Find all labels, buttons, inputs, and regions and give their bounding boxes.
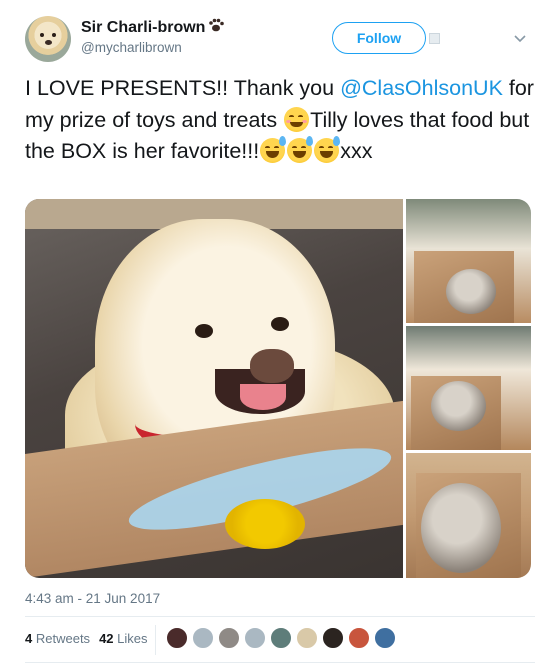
avatar-eye (40, 33, 44, 37)
photo-cat-in-box-3[interactable] (406, 453, 531, 578)
stats-separator (155, 625, 156, 655)
retweets-label: Retweets (35, 631, 91, 646)
photo-cat-in-box-2[interactable] (406, 326, 531, 450)
divider (25, 616, 535, 617)
engagement-stats: 4 Retweets 42 Likes (25, 631, 157, 646)
avatar-eye (52, 33, 56, 37)
avatar-nose (45, 40, 52, 45)
likes-count: 42 (99, 631, 114, 646)
retweets-stat[interactable]: 4 Retweets (25, 631, 90, 646)
grinning-sweat-emoji-icon (260, 136, 287, 163)
liker-avatar[interactable] (244, 627, 266, 649)
likes-label: Likes (117, 631, 148, 646)
tweet-text-part: I LOVE PRESENTS!! Thank you (25, 76, 341, 100)
photo-dog-with-box[interactable] (25, 199, 403, 578)
tweet-text-part: xxx (340, 139, 373, 163)
photo-cat-in-box-1[interactable] (406, 199, 531, 323)
tweet-text: I LOVE PRESENTS!! Thank you @ClasOhlsonU… (25, 73, 535, 168)
liker-avatar[interactable] (192, 627, 214, 649)
media-grid (25, 199, 531, 578)
paw-prints-icon (209, 18, 224, 32)
likes-stat[interactable]: 42 Likes (99, 631, 147, 646)
liker-avatar[interactable] (218, 627, 240, 649)
retweets-count: 4 (25, 631, 33, 646)
liker-avatar[interactable] (322, 627, 344, 649)
liker-avatar[interactable] (296, 627, 318, 649)
chevron-down-icon[interactable] (512, 30, 528, 46)
grinning-sweat-emoji-icon (314, 136, 341, 163)
grinning-sweat-emoji-icon (287, 136, 314, 163)
divider (25, 662, 535, 663)
extension-icon (429, 33, 440, 44)
username[interactable]: @mycharlibrown (81, 40, 182, 55)
follow-button[interactable]: Follow (332, 22, 426, 54)
tweet-header: Sir Charli-brown @mycharlibrown Follow (25, 16, 535, 66)
liker-avatar[interactable] (374, 627, 396, 649)
liker-avatar[interactable] (270, 627, 292, 649)
liker-avatar[interactable] (348, 627, 370, 649)
avatar[interactable] (25, 16, 71, 62)
display-name[interactable]: Sir Charli-brown (81, 19, 205, 37)
liker-avatar[interactable] (166, 627, 188, 649)
liker-avatars (166, 627, 400, 649)
smiling-face-emoji-icon (284, 106, 310, 132)
timestamp[interactable]: 4:43 am - 21 Jun 2017 (25, 591, 160, 606)
mention-link[interactable]: @ClasOhlsonUK (340, 76, 503, 100)
